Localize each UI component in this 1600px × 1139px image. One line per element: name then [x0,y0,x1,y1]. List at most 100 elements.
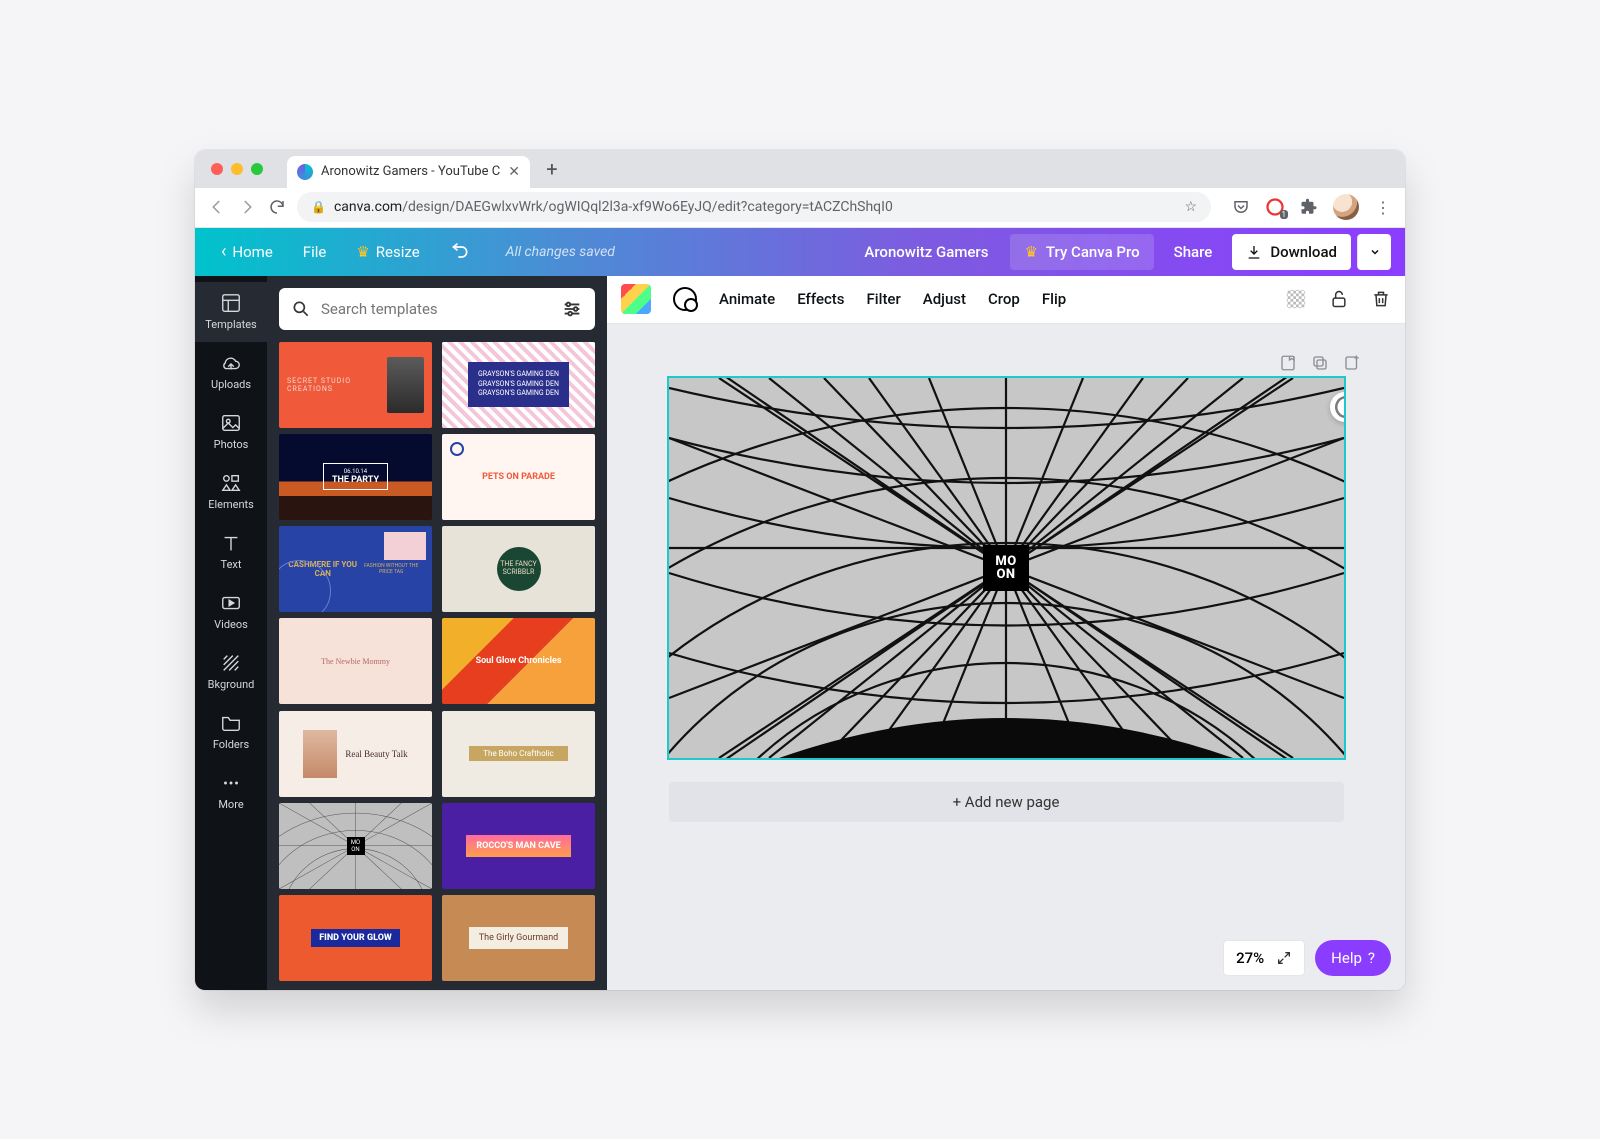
expand-icon[interactable] [1276,950,1292,966]
try-pro-button[interactable]: ♛ Try Canva Pro [1010,234,1153,270]
sidenav-more[interactable]: More [195,762,267,822]
template-thumb[interactable]: PETS ON PARADE [442,434,595,520]
minimize-window-icon[interactable] [231,163,243,175]
notes-icon[interactable] [1279,354,1297,372]
close-tab-icon[interactable]: ✕ [508,164,520,180]
template-thumb[interactable]: MO ON [279,803,432,889]
search-field[interactable] [279,288,595,330]
template-thumb[interactable]: SECRET STUDIO CREATIONS [279,342,432,428]
sidenav-folders[interactable]: Folders [195,702,267,762]
folder-icon [220,712,242,734]
add-page-icon[interactable] [1343,354,1361,372]
undo-button[interactable] [438,228,482,276]
lock-icon[interactable] [1329,288,1349,310]
sidenav-uploads[interactable]: Uploads [195,342,267,402]
trash-icon[interactable] [1371,288,1391,310]
logo-block[interactable]: MO ON [983,545,1029,591]
crown-icon: ♛ [1024,243,1037,261]
chevron-left-icon: ‹ [221,241,226,262]
template-thumb[interactable]: FIND YOUR GLOW [279,895,432,981]
template-thumb[interactable]: The Newbie Mommy [279,618,432,704]
sidenav-templates[interactable]: Templates [195,282,267,342]
canvas-scroll[interactable]: MO ON + Add new page [607,324,1405,990]
sidenav-label: Text [221,558,242,571]
template-thumb[interactable]: GRAYSON'S GAMING DENGRAYSON'S GAMING DEN… [442,342,595,428]
reload-button[interactable] [267,197,287,217]
animate-button[interactable]: Animate [719,290,775,308]
sidenav-label: Uploads [211,378,251,391]
address-bar: 🔒 canva.com/design/DAEGwlxvWrk/ogWIQql2l… [195,188,1405,228]
shapes-icon [220,472,242,494]
bookmark-icon[interactable]: ☆ [1184,199,1197,215]
design-page[interactable]: MO ON [669,378,1344,758]
templates-panel: SECRET STUDIO CREATIONS GRAYSON'S GAMING… [267,276,607,990]
document-title[interactable]: Aronowitz Gamers [864,243,988,261]
filter-button[interactable]: Filter [867,290,901,308]
crop-button[interactable]: Crop [988,290,1020,308]
close-window-icon[interactable] [211,163,223,175]
pocket-icon[interactable] [1231,197,1251,217]
help-button[interactable]: Help ? [1315,940,1391,976]
download-menu-button[interactable] [1357,234,1391,270]
template-thumb[interactable]: Real Beauty Talk [279,711,432,797]
template-thumb[interactable]: CASHMERE IF YOU CANFASHION WITHOUT THE P… [279,526,432,612]
browser-tab[interactable]: Aronowitz Gamers - YouTube C ✕ [287,156,530,188]
template-thumb[interactable]: The Boho Craftholic [442,711,595,797]
tab-strip: Aronowitz Gamers - YouTube C ✕ + [287,150,566,188]
help-label: Help [1331,949,1362,967]
file-menu[interactable]: File [291,228,339,276]
zoom-window-icon[interactable] [251,163,263,175]
extension-opera-icon[interactable]: 1 [1265,197,1285,217]
transparency-icon[interactable] [1285,288,1307,310]
add-page-button[interactable]: + Add new page [669,782,1344,822]
sidenav-background[interactable]: Bkground [195,642,267,702]
effects-button[interactable]: Effects [797,290,844,308]
chevron-down-icon [1369,246,1381,258]
color-swatch[interactable] [621,284,651,314]
template-thumb[interactable]: The Girly Gourmand [442,895,595,981]
template-thumb[interactable]: THE FANCY SCRIBBLR [442,526,595,612]
new-tab-button[interactable]: + [538,157,566,181]
resize-button[interactable]: ♛ Resize [344,228,431,276]
main: Templates Uploads Photos Elements Text V… [195,276,1405,990]
zoom-value: 27% [1236,949,1264,967]
template-thumb[interactable]: 06.10.14THE PARTY [279,434,432,520]
file-label: File [303,243,327,261]
share-label: Share [1174,243,1213,261]
forward-button[interactable] [237,197,257,217]
app-bar: ‹ Home File ♛ Resize All changes saved A… [195,228,1405,276]
filters-icon[interactable] [561,298,583,320]
zoom-pill[interactable]: 27% [1223,940,1305,976]
sidenav-text[interactable]: Text [195,522,267,582]
sidenav-elements[interactable]: Elements [195,462,267,522]
favicon-icon [297,164,313,180]
cloud-upload-icon [220,352,242,374]
home-button[interactable]: ‹ Home [209,228,285,276]
hatch-icon [220,652,242,674]
kebab-menu-icon[interactable]: ⋮ [1373,197,1393,217]
sidenav-videos[interactable]: Videos [195,582,267,642]
canvas-area: Animate Effects Filter Adjust Crop Flip [607,276,1405,990]
search-input[interactable] [321,300,551,318]
duplicate-icon[interactable] [1311,354,1329,372]
page-comment-fab[interactable] [1330,392,1344,422]
text-icon [220,532,242,554]
sidenav-photos[interactable]: Photos [195,402,267,462]
back-button[interactable] [207,197,227,217]
share-button[interactable]: Share [1160,234,1227,270]
save-status: All changes saved [506,244,615,260]
adjust-button[interactable]: Adjust [923,290,966,308]
effects-ring-icon[interactable] [673,287,697,311]
profile-avatar[interactable] [1333,194,1359,220]
image-icon [220,412,242,434]
flip-button[interactable]: Flip [1042,290,1066,308]
template-thumb[interactable]: ROCCO'S MAN CAVE [442,803,595,889]
page-actions [1279,354,1361,372]
help-question-icon: ? [1368,949,1375,967]
template-thumb[interactable]: Soul Glow Chronicles [442,618,595,704]
url-field[interactable]: 🔒 canva.com/design/DAEGwlxvWrk/ogWIQql2l… [297,192,1211,222]
add-page-label: + Add new page [953,793,1060,811]
sidenav-label: Templates [205,318,256,331]
download-button[interactable]: Download [1232,234,1351,270]
extensions-puzzle-icon[interactable] [1299,197,1319,217]
